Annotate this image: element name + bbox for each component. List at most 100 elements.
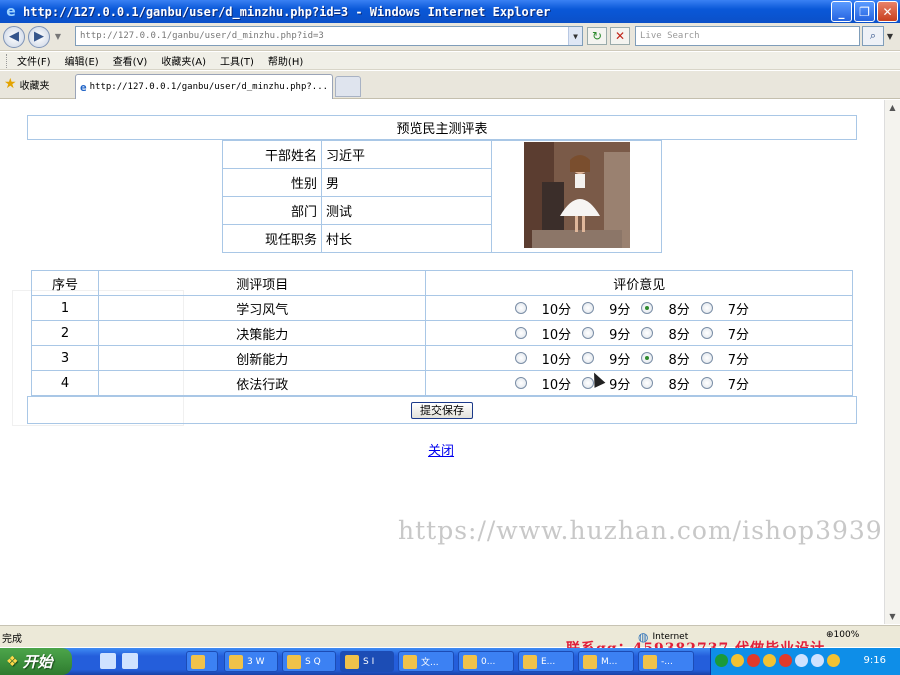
rating-radio[interactable] — [641, 327, 654, 339]
taskbar-button-8[interactable]: -... — [638, 651, 694, 672]
rating-radio[interactable] — [641, 352, 654, 364]
menu-help[interactable]: 帮助(H) — [268, 53, 303, 68]
vertical-scrollbar[interactable]: ▲ ▼ — [884, 100, 900, 624]
taskbar-button-3[interactable]: S I — [340, 651, 394, 672]
rating-options: 10分 9分 8分 7分 — [425, 295, 853, 321]
tray-icon-network[interactable] — [795, 654, 808, 667]
search-options-dropdown[interactable]: ▼ — [884, 26, 896, 46]
window-controls: _ ❐ ✕ — [831, 1, 898, 22]
start-button[interactable]: ❖ 开始 — [0, 648, 72, 675]
url-input[interactable]: http://127.0.0.1/ganbu/user/d_minzhu.php… — [75, 26, 583, 46]
tray-icon-yellow[interactable] — [731, 654, 744, 667]
search-icon: ⌕ — [869, 29, 877, 42]
refresh-button[interactable]: ↻ — [587, 27, 607, 45]
rating-option[interactable]: 10分 — [514, 324, 571, 343]
minimize-button[interactable]: _ — [831, 1, 852, 22]
tray-icon-qq[interactable] — [763, 654, 776, 667]
table-row: 3 创新能力 10分 9分 8分 7分 — [30, 345, 853, 371]
taskbar-button-6[interactable]: E... — [518, 651, 574, 672]
taskbar-button-keyboard[interactable] — [186, 651, 218, 672]
submit-save-button[interactable]: 提交保存 — [411, 401, 473, 419]
rating-radio[interactable] — [514, 327, 527, 339]
rating-option-label: 7分 — [727, 327, 749, 343]
rating-radio[interactable] — [700, 327, 713, 339]
rating-option[interactable]: 7分 — [700, 349, 749, 368]
rating-option[interactable]: 9分 — [582, 299, 630, 318]
menu-file[interactable]: 文件(F) — [17, 53, 51, 68]
taskbar-button-4[interactable]: 文... — [398, 651, 454, 672]
rating-option[interactable]: 10分 — [514, 299, 571, 318]
rating-radio[interactable] — [514, 302, 527, 314]
rating-radio[interactable] — [641, 302, 654, 314]
tray-icon-red[interactable] — [747, 654, 760, 667]
rating-option[interactable]: 9分 — [582, 324, 630, 343]
taskbar-button-1[interactable]: 3 W — [224, 651, 278, 672]
forward-button[interactable]: ▶ — [28, 25, 50, 48]
rating-option[interactable]: 7分 — [700, 299, 749, 318]
rating-radio[interactable] — [582, 327, 595, 339]
search-button[interactable]: ⌕ — [862, 26, 884, 46]
evaluation-item: 依法行政 — [98, 370, 427, 396]
rating-radio[interactable] — [700, 377, 713, 389]
taskbar-button-7[interactable]: M... — [578, 651, 634, 672]
evaluation-item: 创新能力 — [98, 345, 427, 371]
close-link[interactable]: 关闭 — [428, 440, 454, 459]
taskbar-label: 0... — [481, 656, 496, 667]
tab-current-page[interactable]: e http://127.0.0.1/ganbu/user/d_minzhu.p… — [75, 74, 333, 99]
rating-radio[interactable] — [700, 302, 713, 314]
favorites-label: 收藏夹 — [19, 80, 50, 92]
rating-options: 10分 9分 8分 7分 — [425, 345, 853, 371]
close-window-button[interactable]: ✕ — [877, 1, 898, 22]
back-button[interactable]: ◀ — [3, 25, 25, 48]
rating-option[interactable]: 8分 — [641, 374, 690, 393]
radio-group: 10分 9分 8分 7分 — [426, 374, 852, 393]
rating-option[interactable]: 8分 — [641, 324, 690, 343]
tray-icon-red-2[interactable] — [779, 654, 792, 667]
rating-option[interactable]: 10分 — [514, 349, 571, 368]
menu-view[interactable]: 查看(V) — [113, 53, 148, 68]
rating-option[interactable]: 7分 — [700, 374, 749, 393]
scroll-down-icon[interactable]: ▼ — [885, 609, 900, 624]
rating-option[interactable]: 9分 — [582, 349, 630, 368]
taskbar-label: S I — [363, 656, 375, 667]
tray-icon-green[interactable] — [715, 654, 728, 667]
tray-icon-security[interactable] — [827, 654, 840, 667]
rating-option[interactable]: 8分 — [641, 349, 690, 368]
windows-logo-icon: ❖ — [6, 653, 19, 670]
zoom-control[interactable]: ⊕ 100% — [826, 630, 859, 640]
header-opinion: 评价意见 — [425, 270, 853, 296]
menu-favorites[interactable]: 收藏夹(A) — [161, 53, 206, 68]
new-tab-button[interactable] — [335, 76, 361, 97]
taskbar-button-2[interactable]: S Q — [282, 651, 336, 672]
rating-radio[interactable] — [514, 352, 527, 364]
rating-option-label: 7分 — [727, 377, 749, 393]
favorites-button[interactable]: ★ 收藏夹 — [4, 76, 50, 92]
url-dropdown-button[interactable]: ▼ — [568, 27, 582, 45]
folder-icon — [229, 654, 243, 669]
scroll-up-icon[interactable]: ▲ — [885, 100, 900, 115]
rating-radio[interactable] — [582, 352, 595, 364]
start-label: 开始 — [22, 653, 53, 671]
taskbar-button-5[interactable]: 0... — [458, 651, 514, 672]
toolbar-grip — [6, 53, 9, 68]
back-arrow-icon: ◀ — [9, 29, 19, 44]
rating-option[interactable]: 8分 — [641, 299, 690, 318]
folder-quicklaunch-icon[interactable] — [122, 653, 138, 669]
tray-icon-volume[interactable] — [811, 654, 824, 667]
maximize-button[interactable]: ❐ — [854, 1, 875, 22]
rating-option[interactable]: 7分 — [700, 324, 749, 343]
rating-option[interactable]: 10分 — [514, 374, 571, 393]
rating-radio[interactable] — [641, 377, 654, 389]
rating-radio[interactable] — [582, 302, 595, 314]
refresh-icon: ↻ — [591, 29, 603, 43]
menu-tools[interactable]: 工具(T) — [220, 53, 254, 68]
stop-button[interactable]: ✕ — [610, 27, 630, 45]
taskbar-label: E... — [541, 656, 556, 667]
rating-radio[interactable] — [700, 352, 713, 364]
ie-quicklaunch-icon[interactable] — [100, 653, 116, 669]
rating-radio[interactable] — [514, 377, 527, 389]
word-icon — [463, 654, 477, 669]
menu-edit[interactable]: 编辑(E) — [65, 53, 99, 68]
history-dropdown[interactable]: ▼ — [52, 28, 64, 46]
search-input[interactable]: Live Search — [635, 26, 860, 46]
